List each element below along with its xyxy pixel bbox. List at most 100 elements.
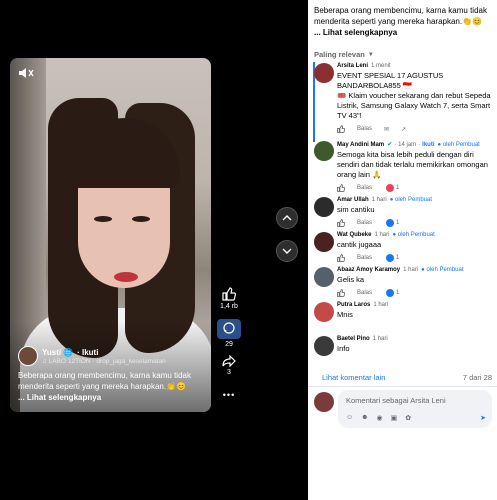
comment-avatar[interactable] — [314, 63, 334, 83]
share-icon[interactable]: ↗ — [401, 126, 406, 133]
thumbs-up-icon — [222, 287, 236, 301]
music-info[interactable]: ♫ LABO 12TION · drop_jaga_keselamatan — [42, 358, 166, 365]
composer-avatar[interactable] — [314, 392, 334, 412]
creator-badge: ● oleh Pembuat — [392, 232, 434, 238]
smile-icon[interactable]: ✿ — [405, 414, 411, 422]
reply-button[interactable]: Balas — [357, 290, 372, 296]
follow-button[interactable]: · Ikuti — [77, 348, 98, 357]
comment-author[interactable]: Baetel Pino — [337, 336, 370, 342]
comment-author[interactable]: Wat Qubeke — [337, 232, 371, 238]
comment-sort-dropdown[interactable]: Paling relevan ▼ — [314, 50, 374, 59]
comment-avatar[interactable] — [314, 232, 334, 252]
author-name[interactable]: Yusti — [42, 348, 61, 357]
music-icon: ♫ — [42, 357, 49, 365]
previous-reel-button[interactable] — [276, 207, 298, 229]
comment-time[interactable]: 1 hari — [373, 302, 388, 308]
caret-down-icon: ▼ — [367, 51, 374, 58]
like-button[interactable] — [337, 184, 345, 192]
reaction-count-value: 1 — [396, 255, 400, 261]
divider — [308, 386, 497, 387]
comment-avatar[interactable] — [314, 302, 334, 322]
comment-pager: 7 dari 28 — [462, 373, 492, 382]
comment-avatar[interactable] — [314, 336, 334, 356]
like-reaction-icon — [386, 289, 395, 297]
reaction-count[interactable]: 1 — [386, 219, 399, 227]
author-avatar[interactable] — [18, 346, 38, 366]
like-button[interactable] — [337, 125, 345, 133]
reaction-count[interactable]: 1 — [386, 254, 399, 262]
comment-time[interactable]: 1 hari — [374, 232, 389, 238]
video-subject-lips — [114, 272, 138, 282]
like-button[interactable] — [337, 289, 345, 297]
comment-time[interactable]: 1 hari — [372, 197, 387, 203]
thumbs-up-icon — [337, 125, 345, 133]
comment-author[interactable]: Amar Ullah — [337, 197, 369, 203]
comment-time[interactable]: 1 hari — [373, 336, 388, 342]
creator-badge: ● oleh Pembuat — [438, 142, 480, 148]
camera-icon[interactable]: ◉ — [377, 414, 383, 422]
like-action[interactable]: 1,4 rb — [217, 287, 241, 310]
comment-action[interactable]: 29 — [217, 319, 241, 348]
like-reaction-icon — [386, 254, 395, 262]
comment-author[interactable]: May Andini Mam — [337, 142, 384, 148]
comment-avatar[interactable] — [314, 141, 334, 161]
share-icon — [222, 355, 236, 367]
reaction-count[interactable]: 1 — [386, 289, 399, 297]
like-button[interactable] — [337, 219, 345, 227]
comment-text: EVENT SPESIAL 17 AGUSTUS BANDARBOLA855 🇮… — [337, 71, 491, 120]
thumbs-up-icon — [337, 289, 345, 297]
comment-text: Gelis ka — [337, 275, 365, 284]
like-button[interactable] — [337, 254, 345, 262]
reel-caption: Beberapa orang membencimu, karna kamu ti… — [18, 370, 203, 403]
reaction-count-value: 1 — [396, 220, 400, 226]
like-reaction-icon — [386, 219, 395, 227]
comment-button-box[interactable] — [217, 319, 241, 339]
comment-time[interactable]: 14 jam — [398, 142, 416, 148]
mute-icon[interactable] — [18, 66, 34, 80]
comment-avatar[interactable] — [314, 267, 334, 287]
emoji-icon[interactable]: ☻ — [361, 414, 368, 422]
caption-see-more-link[interactable]: ... Lihat selengkapnya — [18, 393, 101, 402]
thumbs-up-icon — [337, 254, 345, 262]
like-count: 1,4 rb — [220, 303, 238, 310]
reel-author: Yusti 🌐 · Ikuti ♫ LABO 12TION · drop_jag… — [18, 346, 166, 366]
view-more-comments-row: Lihat komentar lain 7 dari 28 — [322, 373, 492, 382]
comment-composer[interactable]: Komentari sebagai Arsita Leni ☺ ☻ ◉ ▣ ✿ … — [338, 390, 492, 428]
reply-button[interactable]: Balas — [357, 126, 372, 132]
comment-text: cantik jugaaa — [337, 240, 382, 249]
creator-badge: ● oleh Pembuat — [421, 267, 463, 273]
sort-label: Paling relevan — [314, 50, 365, 59]
comment-avatar[interactable] — [314, 197, 334, 217]
gif-icon[interactable]: ▣ — [391, 414, 398, 422]
more-options-button[interactable]: ••• — [217, 390, 241, 400]
composer-input[interactable]: Komentari sebagai Arsita Leni — [346, 396, 446, 405]
thumbs-up-icon — [337, 219, 345, 227]
reaction-count-value: 1 — [396, 185, 400, 191]
creator-badge-label: oleh Pembuat — [442, 141, 480, 148]
next-reel-button[interactable] — [276, 240, 298, 262]
comment-author[interactable]: Putra Laros — [337, 302, 370, 308]
view-more-comments-link[interactable]: Lihat komentar lain — [322, 373, 385, 382]
reaction-count[interactable]: 1 — [386, 184, 399, 192]
comment-count: 29 — [225, 341, 233, 348]
send-icon[interactable]: ➤ — [480, 414, 486, 422]
creator-badge-label: oleh Pembuat — [397, 232, 435, 238]
verified-icon: ✔ — [387, 142, 393, 148]
share-action[interactable]: 3 — [217, 355, 241, 376]
comment-author[interactable]: Arsita Leni — [337, 63, 368, 69]
post-see-more-link[interactable]: ... Lihat selengkapnya — [314, 28, 397, 37]
comment-time[interactable]: 1 menit — [371, 63, 391, 69]
reply-button[interactable]: Balas — [357, 255, 372, 261]
reply-button[interactable]: Balas — [357, 185, 372, 191]
comment-text: Mnis — [337, 310, 353, 319]
comment-follow-link[interactable]: Ikuti — [422, 142, 434, 148]
comment-author[interactable]: Abaaz Amoy Karamoy — [337, 267, 400, 273]
follow-label: Ikuti — [81, 347, 99, 357]
post-description: Beberapa orang membencimu, karna kamu ti… — [314, 5, 492, 38]
sticker-icon[interactable]: ☺ — [346, 414, 353, 422]
video-subject-eye-left — [94, 216, 112, 222]
more-options-icon: ••• — [222, 390, 236, 400]
reply-button[interactable]: Balas — [357, 220, 372, 226]
comment-time[interactable]: 1 hari — [403, 267, 418, 273]
messenger-icon[interactable]: ✉ — [384, 126, 389, 133]
